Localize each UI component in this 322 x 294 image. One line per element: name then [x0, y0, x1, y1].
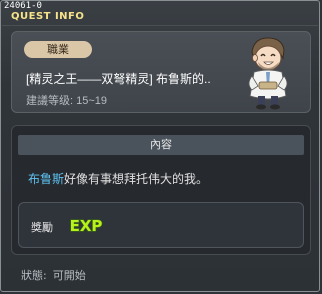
recommended-level: 建議等级: 15~19 [26, 95, 108, 107]
quest-description: 布鲁斯好像有事想拜托伟大的我。 [28, 170, 208, 187]
quest-info-window: 24061-0 QUEST INFO 職業 [精灵之王——双弩精灵] 布鲁斯的.… [0, 0, 320, 292]
exp-icon: EXP [69, 216, 103, 235]
reward-box: 獎勵 EXP [18, 202, 304, 248]
quest-status: 狀態: 可開始 [21, 267, 86, 283]
title-divider [2, 25, 318, 26]
npc-portrait-icon [248, 37, 288, 110]
status-value: 可開始 [52, 269, 86, 282]
quest-name: [精灵之王——双弩精灵] 布鲁斯的.. [26, 72, 211, 86]
quest-description-text: 好像有事想拜托伟大的我。 [64, 172, 209, 186]
status-label: 狀態: [21, 269, 47, 282]
window-title: QUEST INFO [11, 11, 85, 22]
npc-name-link[interactable]: 布鲁斯 [28, 172, 64, 186]
quest-id: 24061-0 [4, 1, 42, 11]
reward-label: 獎勵 [31, 221, 53, 234]
quest-content-panel: 內容 布鲁斯好像有事想拜托伟大的我。 獎勵 EXP [11, 125, 311, 255]
job-badge: 職業 [24, 41, 92, 58]
content-section-title: 內容 [18, 135, 304, 155]
exp-icon-text: EXP [70, 217, 103, 235]
quest-header-panel: 職業 [精灵之王——双弩精灵] 布鲁斯的.. 建議等级: 15~19 [11, 31, 311, 113]
